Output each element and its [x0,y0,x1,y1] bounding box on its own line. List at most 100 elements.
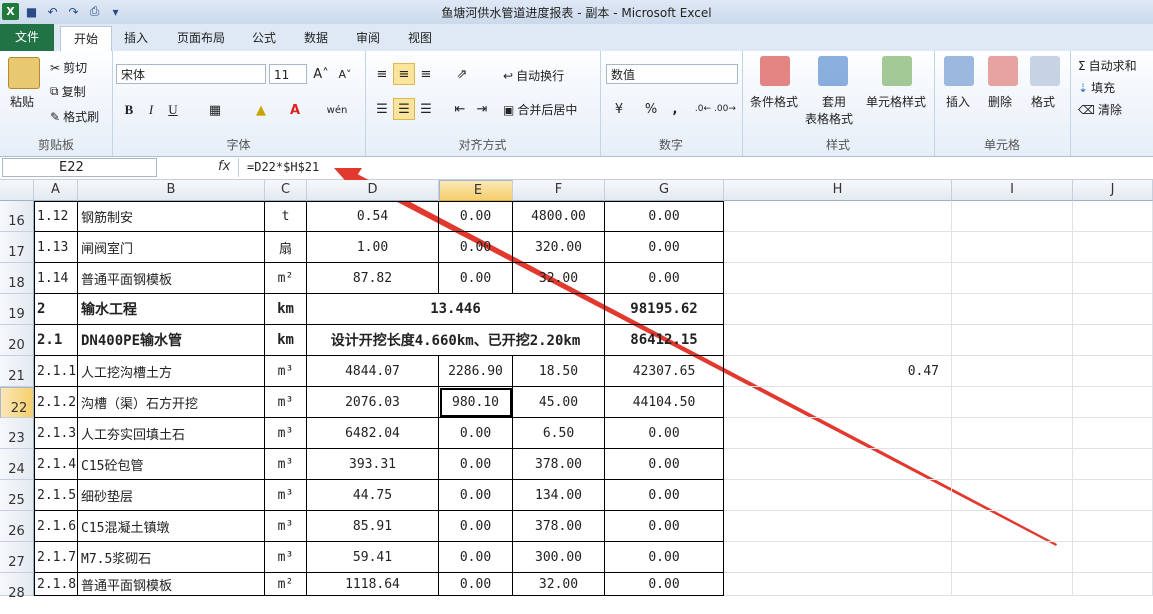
tab-review[interactable]: 审阅 [348,26,388,50]
cell-j24[interactable] [1073,449,1153,480]
font-size-select[interactable]: 11 [269,64,307,84]
cell-b28[interactable]: 普通平面钢模板 [78,573,265,596]
align-top-icon[interactable]: ≡ [371,63,393,85]
shrink-font-icon[interactable]: A˅ [334,63,356,85]
row-header[interactable]: 24 [0,449,34,480]
cell-e26[interactable]: 0.00 [439,511,513,542]
cell-d24[interactable]: 393.31 [307,449,439,480]
currency-icon[interactable]: ¥ [608,98,630,120]
cell-a19[interactable]: 2 [34,294,78,325]
cell-e17[interactable]: 0.00 [439,232,513,263]
tab-page-layout[interactable]: 页面布局 [168,26,234,50]
cell-d17[interactable]: 1.00 [307,232,439,263]
format-as-table-icon[interactable] [818,56,848,86]
column-header-h[interactable]: H [724,180,952,201]
cell-f27[interactable]: 300.00 [513,542,605,573]
cell-j17[interactable] [1073,232,1153,263]
cell-h25[interactable] [724,480,952,511]
cell-b21[interactable]: 人工挖沟槽土方 [78,356,265,387]
decrease-decimal-icon[interactable]: .00→ [714,98,736,120]
cell-i28[interactable] [952,573,1073,596]
cell-i24[interactable] [952,449,1073,480]
column-header-a[interactable]: A [34,180,78,201]
cell-b26[interactable]: C15混凝土镇墩 [78,511,265,542]
tab-data[interactable]: 数据 [296,26,336,50]
cell-a20[interactable]: 2.1 [34,325,78,356]
column-header-c[interactable]: C [265,180,307,201]
column-header-f[interactable]: F [513,180,605,201]
cell-h27[interactable] [724,542,952,573]
cell-a25[interactable]: 2.1.5 [34,480,78,511]
row-header[interactable]: 17 [0,232,34,263]
column-header-b[interactable]: B [78,180,265,201]
cell-styles-icon[interactable] [882,56,912,86]
cell-j19[interactable] [1073,294,1153,325]
cell-b16[interactable]: 钢筋制安 [78,201,265,232]
row-header[interactable]: 27 [0,542,34,573]
cell-e23[interactable]: 0.00 [439,418,513,449]
cell-i18[interactable] [952,263,1073,294]
cell-b23[interactable]: 人工夯实回填土石 [78,418,265,449]
insert-cells-icon[interactable] [944,56,974,86]
cell-c19[interactable]: km [265,294,307,325]
column-header-e[interactable]: E [439,180,513,201]
cell-d18[interactable]: 87.82 [307,263,439,294]
cell-a26[interactable]: 2.1.6 [34,511,78,542]
font-name-select[interactable]: 宋体 [116,64,266,84]
cell-c20[interactable]: km [265,325,307,356]
cell-g28[interactable]: 0.00 [605,573,724,596]
cell-e21[interactable]: 2286.90 [439,356,513,387]
cell-i23[interactable] [952,418,1073,449]
cell-e27[interactable]: 0.00 [439,542,513,573]
cell-e24[interactable]: 0.00 [439,449,513,480]
cell-g18[interactable]: 0.00 [605,263,724,294]
cell-d20[interactable]: 设计开挖长度4.660km、已开挖2.20km [307,325,605,356]
row-header[interactable]: 18 [0,263,34,294]
cell-e22[interactable]: 980.10 [439,387,513,418]
cell-i17[interactable] [952,232,1073,263]
cell-j16[interactable] [1073,201,1153,232]
column-header-j[interactable]: J [1073,180,1153,201]
cell-a28[interactable]: 2.1.8 [34,573,78,596]
cell-a16[interactable]: 1.12 [34,201,78,232]
font-color-icon[interactable]: A [284,99,306,121]
insert-cells-button[interactable]: 插入 [946,93,970,110]
cell-c18[interactable]: m² [265,263,307,294]
cell-f28[interactable]: 32.00 [513,573,605,596]
cell-d27[interactable]: 59.41 [307,542,439,573]
paste-icon[interactable] [8,57,40,89]
cell-a18[interactable]: 1.14 [34,263,78,294]
cell-a17[interactable]: 1.13 [34,232,78,263]
tab-home[interactable]: 开始 [60,26,112,52]
cell-c22[interactable]: m³ [265,387,307,418]
cell-h17[interactable] [724,232,952,263]
cell-g16[interactable]: 0.00 [605,201,724,232]
cell-g22[interactable]: 44104.50 [605,387,724,418]
column-header-g[interactable]: G [605,180,724,201]
column-header-i[interactable]: I [952,180,1073,201]
row-header[interactable]: 19 [0,294,34,325]
number-format-select[interactable]: 数值 [606,64,738,84]
cell-f22[interactable]: 45.00 [513,387,605,418]
cell-i25[interactable] [952,480,1073,511]
row-header[interactable]: 26 [0,511,34,542]
cell-f23[interactable]: 6.50 [513,418,605,449]
fill-button[interactable]: ⇣ 填充 [1078,79,1115,96]
row-header[interactable]: 23 [0,418,34,449]
conditional-format-icon[interactable] [760,56,790,86]
cell-g23[interactable]: 0.00 [605,418,724,449]
cell-f21[interactable]: 18.50 [513,356,605,387]
cell-j18[interactable] [1073,263,1153,294]
cell-c17[interactable]: 扇 [265,232,307,263]
cell-h23[interactable] [724,418,952,449]
cell-f16[interactable]: 4800.00 [513,201,605,232]
delete-cells-button[interactable]: 删除 [988,93,1012,110]
cell-h22[interactable] [724,387,952,418]
format-painter-button[interactable]: ✎ 格式刷 [50,108,99,125]
cell-e28[interactable]: 0.00 [439,573,513,596]
cell-d19[interactable]: 13.446 [307,294,605,325]
orientation-icon[interactable]: ⇗ [451,63,473,85]
phonetic-icon[interactable]: wén [326,99,348,121]
tab-formulas[interactable]: 公式 [244,26,284,50]
cell-h26[interactable] [724,511,952,542]
